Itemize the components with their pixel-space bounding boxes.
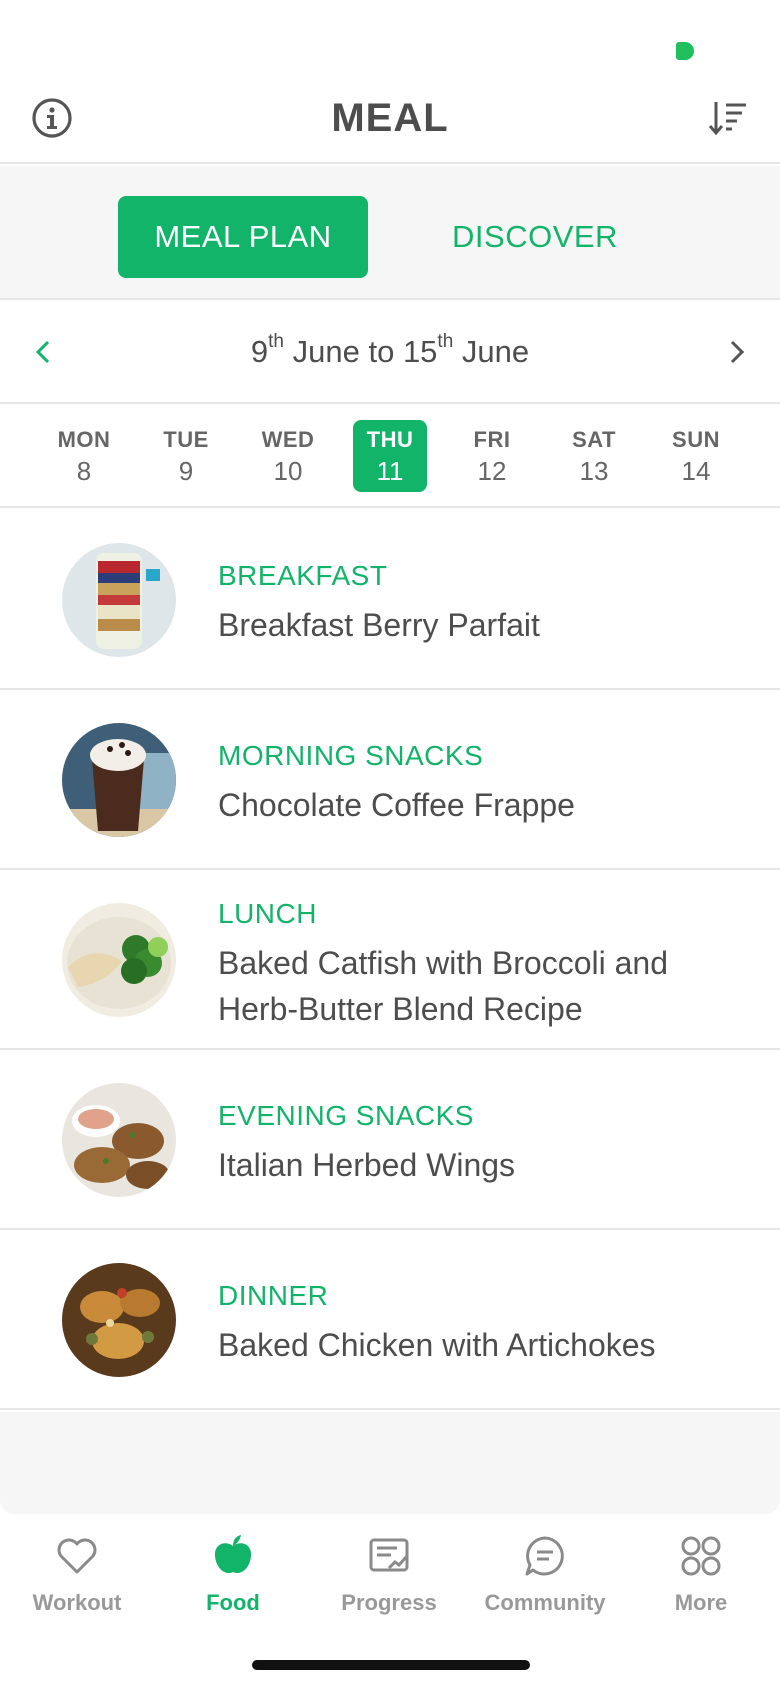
- home-indicator: [252, 1660, 530, 1670]
- tab-progress[interactable]: Progress: [314, 1534, 464, 1634]
- sort-icon[interactable]: [706, 96, 750, 140]
- day-name: SUN: [672, 427, 720, 452]
- week-end-suffix: th: [437, 330, 454, 352]
- list-footer-space: [0, 1412, 780, 1514]
- meal-name: Chocolate Coffee Frappe: [218, 787, 575, 823]
- meal-thumbnail: [62, 543, 176, 657]
- meal-thumbnail: [62, 1263, 176, 1377]
- day-name: SAT: [572, 427, 616, 452]
- chevron-right-icon[interactable]: [722, 332, 752, 372]
- day-number: 14: [681, 456, 711, 486]
- tab-label: Progress: [341, 1590, 437, 1615]
- meal-name: Breakfast Berry Parfait: [218, 607, 540, 643]
- week-start-suffix: th: [268, 330, 284, 352]
- day-number: 11: [376, 456, 404, 486]
- meal-list: BREAKFAST Breakfast Berry Parfait MORNIN…: [0, 510, 780, 1410]
- heart-icon: [57, 1538, 97, 1574]
- day-number: 13: [579, 456, 609, 486]
- day-sun[interactable]: SUN 14: [659, 420, 733, 492]
- meal-name: Baked Chicken with Artichokes: [218, 1327, 656, 1363]
- day-number: 9: [178, 456, 194, 486]
- week-end-month: June: [461, 334, 530, 369]
- grid-icon: [681, 1536, 721, 1576]
- day-name: WED: [261, 427, 315, 452]
- tab-workout[interactable]: Workout: [2, 1534, 152, 1634]
- day-number: 12: [477, 456, 507, 486]
- tab-label: Community: [484, 1590, 606, 1615]
- header: MEAL: [0, 92, 780, 164]
- meal-name: Italian Herbed Wings: [218, 1147, 516, 1183]
- week-navigator: 9th June to 15th June: [0, 302, 780, 404]
- meal-category: EVENING SNACKS: [218, 1100, 474, 1131]
- day-fri[interactable]: FRI 12: [455, 420, 529, 492]
- meal-category: LUNCH: [218, 898, 317, 929]
- day-name: MON: [57, 427, 111, 452]
- tab-label: More: [674, 1590, 728, 1615]
- day-sat[interactable]: SAT 13: [557, 420, 631, 492]
- day-name: TUE: [163, 427, 209, 452]
- discover-tab[interactable]: DISCOVER: [420, 196, 650, 278]
- segment-control: MEAL PLAN DISCOVER: [0, 166, 780, 300]
- week-range: 9th June to 15th June: [0, 330, 780, 370]
- week-start-day: 9: [250, 334, 269, 369]
- meal-name: Baked Catfish with Broccoli and Herb-But…: [218, 945, 668, 1027]
- meal-row-morning-snacks[interactable]: MORNING SNACKS Chocolate Coffee Frappe: [0, 690, 780, 870]
- progress-chart-icon: [369, 1538, 409, 1572]
- meal-row-lunch[interactable]: LUNCH Baked Catfish with Broccoli and He…: [0, 870, 780, 1050]
- day-name: FRI: [473, 427, 511, 452]
- day-name: THU: [366, 427, 414, 452]
- day-wed[interactable]: WED 10: [251, 420, 325, 492]
- day-tue[interactable]: TUE 9: [149, 420, 223, 492]
- meal-category: MORNING SNACKS: [218, 740, 484, 771]
- meal-thumbnail: [62, 1083, 176, 1197]
- meal-row-evening-snacks[interactable]: EVENING SNACKS Italian Herbed Wings: [0, 1050, 780, 1230]
- apple-icon: [214, 1535, 252, 1574]
- meal-thumbnail: [62, 723, 176, 837]
- day-number: 8: [76, 456, 92, 486]
- meal-category: DINNER: [218, 1280, 329, 1311]
- meal-row-dinner[interactable]: DINNER Baked Chicken with Artichokes: [0, 1230, 780, 1410]
- meal-plan-tab[interactable]: MEAL PLAN: [118, 196, 368, 278]
- day-number: 10: [273, 456, 303, 486]
- tab-more[interactable]: More: [626, 1534, 776, 1634]
- chat-bubble-icon: [525, 1536, 564, 1576]
- status-bar: [0, 0, 780, 92]
- tab-food[interactable]: Food: [158, 1534, 308, 1634]
- tab-community[interactable]: Community: [470, 1534, 620, 1634]
- day-selector: MON 8 TUE 9 WED 10 THU 11 FRI 12 SAT 13 …: [0, 406, 780, 508]
- tab-label: Food: [206, 1590, 260, 1615]
- week-connector: to: [368, 334, 395, 369]
- day-thu[interactable]: THU 11: [353, 420, 427, 492]
- day-mon[interactable]: MON 8: [47, 420, 121, 492]
- week-end-day: 15: [402, 334, 438, 369]
- meal-thumbnail: [62, 903, 176, 1017]
- meal-category: BREAKFAST: [218, 560, 388, 591]
- page-title: MEAL: [331, 96, 449, 140]
- tab-label: Workout: [32, 1590, 122, 1615]
- status-indicator-icon: [676, 42, 694, 60]
- week-start-month: June: [292, 334, 360, 369]
- meal-row-breakfast[interactable]: BREAKFAST Breakfast Berry Parfait: [0, 510, 780, 690]
